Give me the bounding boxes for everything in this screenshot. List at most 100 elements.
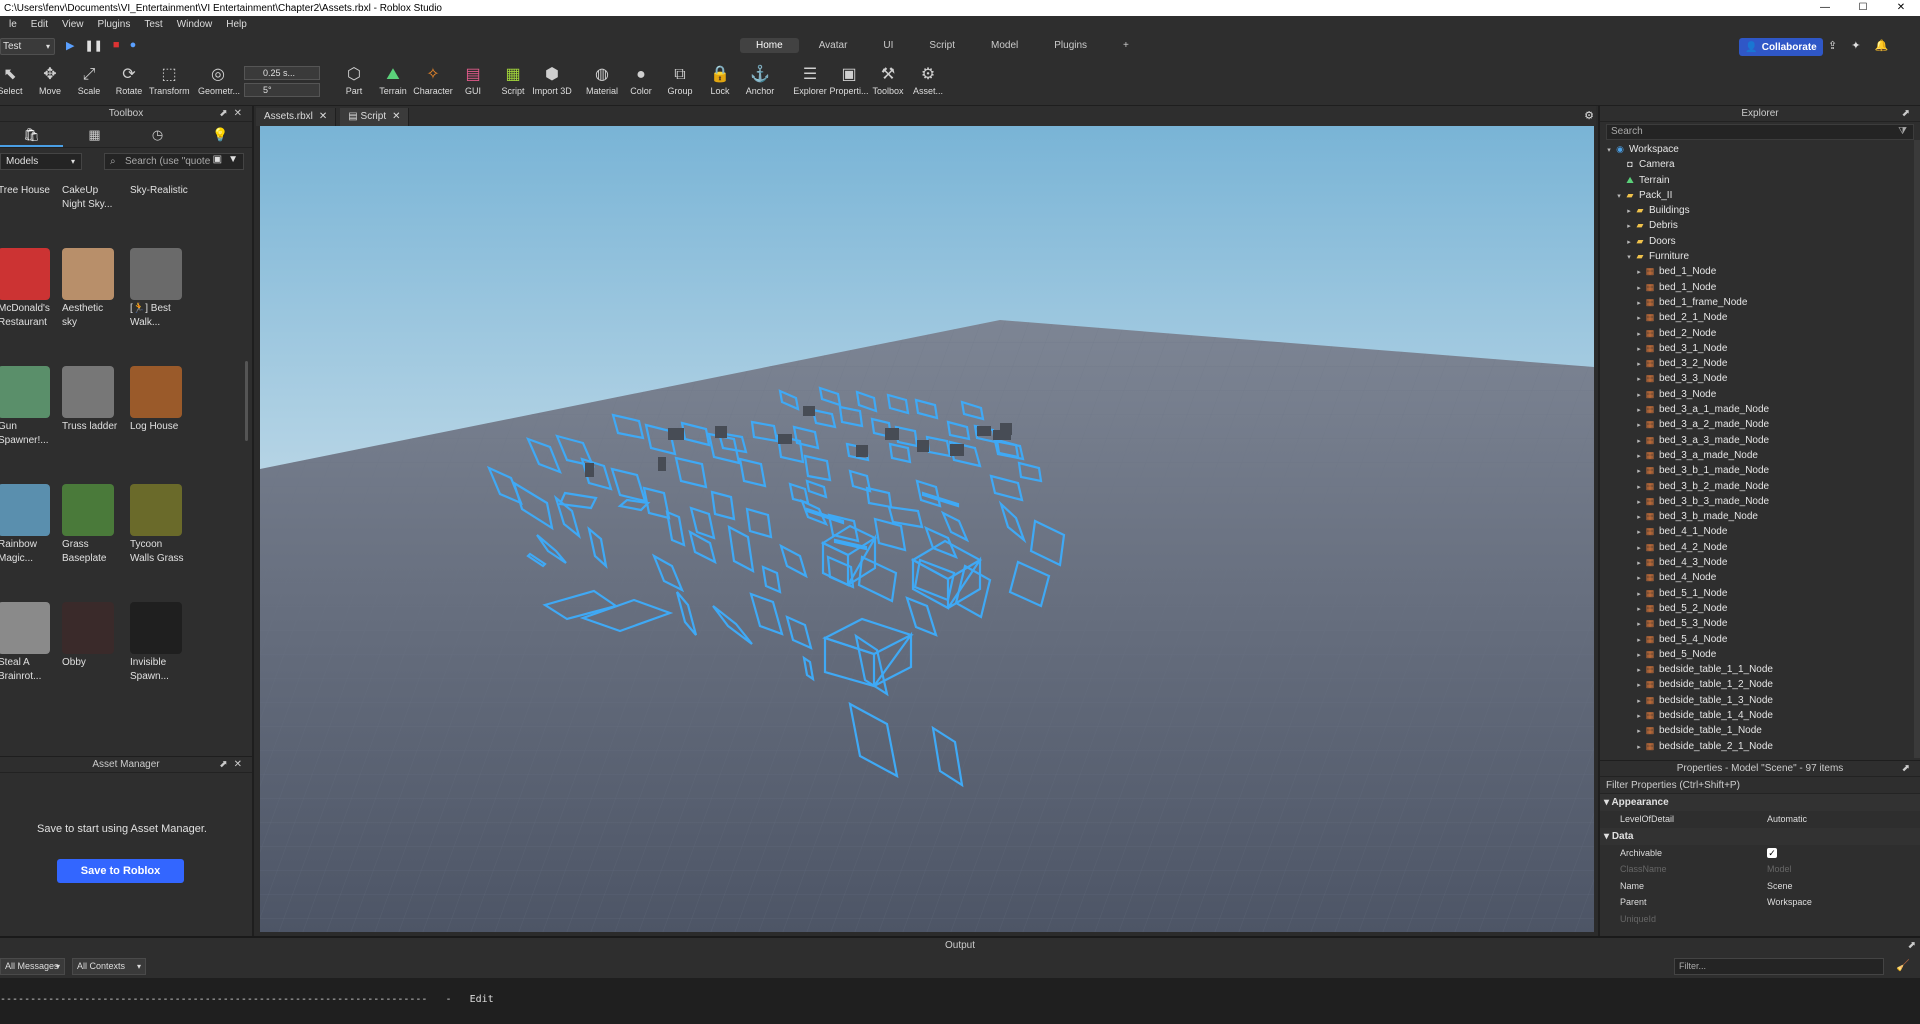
- tab-home[interactable]: Home: [740, 38, 799, 53]
- panel-controls[interactable]: ⬈✕: [219, 106, 248, 122]
- menu-window[interactable]: Window: [170, 19, 220, 30]
- collapsed-arrow-icon[interactable]: ▸: [1634, 449, 1644, 464]
- move-snap-input[interactable]: 0.25 s...: [244, 66, 320, 80]
- property-row[interactable]: LevelOfDetail Automatic: [1600, 811, 1920, 828]
- collapsed-arrow-icon[interactable]: ▸: [1634, 648, 1644, 663]
- collapsed-arrow-icon[interactable]: ▸: [1634, 480, 1644, 495]
- filter-icon[interactable]: ⧩: [1898, 125, 1907, 139]
- contexts-filter-dropdown[interactable]: All Contexts ▾: [72, 958, 146, 975]
- tool-part[interactable]: ⬡ Part: [334, 64, 374, 96]
- asset-card[interactable]: Rainbow Magic...: [0, 484, 60, 566]
- menu-help[interactable]: Help: [219, 19, 254, 30]
- tab-marketplace[interactable]: 🛍: [0, 122, 63, 147]
- step-icon[interactable]: ●: [130, 39, 137, 52]
- collapsed-arrow-icon[interactable]: ▸: [1634, 327, 1644, 342]
- tool-transform[interactable]: ⬚ Transform: [149, 64, 190, 96]
- doc-tab-assets[interactable]: Assets.rbxl ✕: [256, 108, 337, 126]
- explorer-item[interactable]: ⛰ Terrain: [1600, 173, 1920, 188]
- tab-avatar[interactable]: Avatar: [803, 38, 864, 53]
- tool-character[interactable]: ✧ Character: [413, 64, 453, 96]
- mode-dropdown[interactable]: Test ▾: [0, 38, 55, 55]
- messages-filter-dropdown[interactable]: All Messages ▾: [0, 958, 65, 975]
- explorer-item[interactable]: ▸ ▦ bed_4_2_Node: [1600, 540, 1920, 555]
- tab-ui[interactable]: UI: [867, 38, 909, 53]
- explorer-item[interactable]: ▸ ▦ bedside_table_2_1_Node: [1600, 739, 1920, 754]
- explorer-item[interactable]: ▸ ▦ bedside_table_1_Node: [1600, 723, 1920, 738]
- collapsed-arrow-icon[interactable]: ▸: [1634, 525, 1644, 540]
- tool-move[interactable]: ✥ Move: [30, 64, 70, 96]
- expanded-arrow-icon[interactable]: ▾: [1604, 143, 1614, 158]
- explorer-item[interactable]: ▾ ◉ Workspace: [1600, 142, 1920, 157]
- toolbox-scrollbar[interactable]: [245, 361, 248, 441]
- menu-view[interactable]: View: [55, 19, 91, 30]
- tool-toolbox[interactable]: ⚒ Toolbox: [868, 64, 908, 96]
- asset-card[interactable]: Grass Baseplate: [62, 484, 124, 566]
- asset-card[interactable]: Truss ladder: [62, 366, 124, 434]
- explorer-item[interactable]: ▸ ▦ bed_3_b_2_made_Node: [1600, 479, 1920, 494]
- explorer-item[interactable]: ▸ ▦ bed_3_a_2_made_Node: [1600, 417, 1920, 432]
- collapsed-arrow-icon[interactable]: ▸: [1634, 434, 1644, 449]
- collaborate-button[interactable]: 👤 Collaborate: [1739, 38, 1823, 56]
- menu-plugins[interactable]: Plugins: [91, 19, 138, 30]
- collapsed-arrow-icon[interactable]: ▸: [1634, 694, 1644, 709]
- maximize-button[interactable]: ☐: [1844, 0, 1882, 16]
- explorer-item[interactable]: ▾ ▰ Furniture: [1600, 249, 1920, 264]
- tool-script[interactable]: ▦ Script: [493, 64, 533, 96]
- collapsed-arrow-icon[interactable]: ▸: [1634, 311, 1644, 326]
- tool-terrain[interactable]: ⛰ Terrain: [373, 64, 413, 96]
- tool-import-3d[interactable]: ⬢ Import 3D: [532, 64, 572, 96]
- collapsed-arrow-icon[interactable]: ▸: [1634, 296, 1644, 311]
- asset-card[interactable]: McDonald's Restaurant: [0, 248, 60, 330]
- asset-card[interactable]: Tree House: [0, 182, 60, 198]
- collapsed-arrow-icon[interactable]: ▸: [1634, 587, 1644, 602]
- explorer-item[interactable]: ◘ Camera: [1600, 157, 1920, 172]
- collapsed-arrow-icon[interactable]: ▸: [1624, 204, 1634, 219]
- collapsed-arrow-icon[interactable]: ▸: [1634, 602, 1644, 617]
- notification-icon[interactable]: 🔔: [1874, 39, 1888, 52]
- panel-controls[interactable]: ⬈: [1902, 106, 1916, 122]
- explorer-item[interactable]: ▸ ▦ bed_3_b_made_Node: [1600, 509, 1920, 524]
- menu-file[interactable]: le: [2, 19, 24, 30]
- collapsed-arrow-icon[interactable]: ▸: [1624, 235, 1634, 250]
- collapsed-arrow-icon[interactable]: ▸: [1634, 495, 1644, 510]
- asset-card[interactable]: Log House: [130, 366, 192, 434]
- category-dropdown[interactable]: Models ▾: [0, 153, 82, 170]
- collapsed-arrow-icon[interactable]: ▸: [1634, 388, 1644, 403]
- collapsed-arrow-icon[interactable]: ▸: [1634, 510, 1644, 525]
- asset-card[interactable]: Obby: [62, 602, 124, 670]
- collapsed-arrow-icon[interactable]: ▸: [1634, 342, 1644, 357]
- tab-inventory[interactable]: ▦: [63, 122, 126, 147]
- stop-icon[interactable]: ■: [113, 39, 120, 52]
- property-row[interactable]: ClassName Model: [1600, 861, 1920, 878]
- collapsed-arrow-icon[interactable]: ▸: [1634, 265, 1644, 280]
- collapsed-arrow-icon[interactable]: ▸: [1634, 556, 1644, 571]
- tool-gui[interactable]: ▤ GUI: [453, 64, 493, 96]
- tab-creations[interactable]: 💡: [189, 122, 252, 147]
- collapsed-arrow-icon[interactable]: ▸: [1634, 740, 1644, 755]
- close-icon[interactable]: ✕: [392, 111, 400, 122]
- expanded-arrow-icon[interactable]: ▾: [1604, 831, 1612, 842]
- collapsed-arrow-icon[interactable]: ▸: [1634, 724, 1644, 739]
- tool-material[interactable]: ◍ Material: [582, 64, 622, 96]
- explorer-item[interactable]: ▸ ▦ bed_3_1_Node: [1600, 341, 1920, 356]
- collapsed-arrow-icon[interactable]: ▸: [1634, 281, 1644, 296]
- collapsed-arrow-icon[interactable]: ▸: [1634, 418, 1644, 433]
- explorer-search-input[interactable]: Search ⧩: [1606, 124, 1914, 140]
- properties-filter-input[interactable]: Filter Properties (Ctrl+Shift+P): [1600, 777, 1920, 794]
- collapsed-arrow-icon[interactable]: ▸: [1634, 709, 1644, 724]
- explorer-item[interactable]: ▸ ▦ bed_1_Node: [1600, 280, 1920, 295]
- explorer-item[interactable]: ▸ ▦ bed_5_Node: [1600, 647, 1920, 662]
- panel-controls[interactable]: ⬈: [1908, 938, 1916, 954]
- share-icon[interactable]: ⇪: [1828, 39, 1837, 52]
- tool-asset-manager[interactable]: ⚙ Asset...: [908, 64, 948, 96]
- close-window-button[interactable]: ✕: [1882, 0, 1920, 16]
- explorer-item[interactable]: ▸ ▦ bed_4_1_Node: [1600, 524, 1920, 539]
- tab-model[interactable]: Model: [975, 38, 1034, 53]
- panel-controls[interactable]: ⬈: [1902, 761, 1916, 777]
- panel-controls[interactable]: ⬈✕: [219, 757, 248, 773]
- expanded-arrow-icon[interactable]: ▾: [1624, 250, 1634, 265]
- explorer-item[interactable]: ▸ ▦ bed_5_1_Node: [1600, 586, 1920, 601]
- asset-card[interactable]: Invisible Spawn...: [130, 602, 192, 684]
- save-to-roblox-button[interactable]: Save to Roblox: [57, 859, 184, 883]
- tool-rotate[interactable]: ⟳ Rotate: [109, 64, 149, 96]
